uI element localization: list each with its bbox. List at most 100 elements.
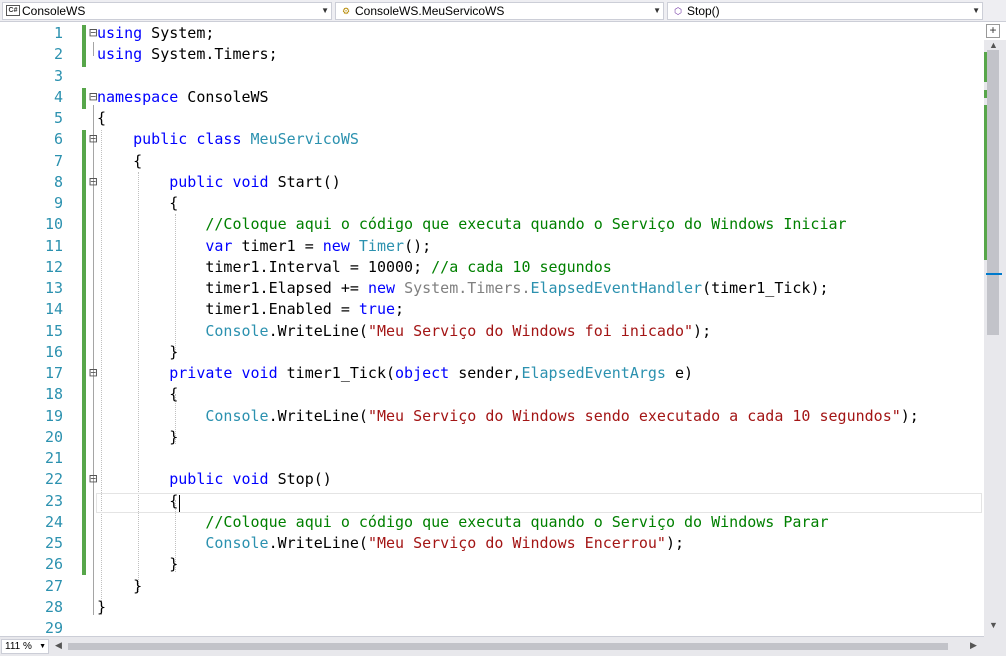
code-line[interactable]: 9 { [0, 193, 984, 214]
code-token: new [322, 236, 350, 255]
code-token: using [97, 45, 143, 64]
code-token: } [97, 576, 143, 595]
code-line[interactable]: 21 [0, 448, 984, 469]
line-number: 28 [44, 597, 63, 616]
change-marker [984, 105, 987, 260]
line-number: 25 [44, 534, 63, 552]
code-line[interactable]: 17 ⊟ private void timer1_Tick(object send… [0, 363, 984, 384]
line-number: 13 [44, 279, 63, 297]
line-number: 12 [44, 257, 63, 276]
code-token: { [97, 385, 179, 404]
code-line[interactable]: 5{ [0, 108, 984, 129]
code-line[interactable]: 29 [0, 618, 984, 636]
line-number: 9 [53, 194, 63, 212]
code-line[interactable]: 2 using System.Timers; [0, 44, 984, 65]
code-token: timer1.Enabled = [97, 300, 359, 319]
code-line[interactable]: 14 timer1.Enabled = true; [0, 299, 984, 320]
code-token: (); [404, 236, 432, 255]
line-number: 20 [44, 427, 63, 446]
horizontal-scrollbar[interactable]: ◀ ▶ [52, 638, 982, 655]
project-dropdown-label: ConsoleWS [22, 4, 86, 18]
scroll-left-icon[interactable]: ◀ [55, 640, 62, 651]
code-line[interactable]: 19 Console.WriteLine("Meu Serviço do Win… [0, 406, 984, 427]
code-text: { [97, 384, 178, 405]
code-line[interactable]: 28} [0, 597, 984, 618]
code-line[interactable]: 10 //Coloque aqui o código que executa q… [0, 214, 984, 235]
code-line[interactable]: 11 var timer1 = new Timer(); [0, 236, 984, 257]
code-token: public [133, 130, 188, 149]
code-token: true [358, 300, 396, 319]
code-token: ElapsedEventArgs [521, 364, 666, 382]
class-dropdown[interactable]: ⚙ ConsoleWS.MeuServicoWS ▼ [335, 2, 664, 20]
chevron-down-icon: ▼ [39, 643, 46, 650]
code-token: using [97, 24, 143, 42]
zoom-dropdown[interactable]: 111 % ▼ [1, 639, 49, 654]
code-line[interactable]: 8 ⊟ public void Start() [0, 172, 984, 193]
scrollbar-thumb[interactable] [987, 50, 999, 335]
chevron-down-icon: ▼ [653, 6, 661, 15]
code-text: using System.Timers; [97, 44, 278, 65]
line-number: 19 [44, 406, 63, 425]
code-text: } [97, 554, 178, 575]
code-token: ElapsedEventHandler [530, 279, 703, 297]
code-line[interactable]: 16 } [0, 342, 984, 363]
code-token: System.Timers. [404, 279, 531, 297]
code-text: private void timer1_Tick(object sender,E… [97, 363, 693, 384]
code-token: } [97, 555, 179, 574]
member-dropdown[interactable]: ⬡ Stop() ▼ [667, 2, 983, 20]
code-token: timer1 = [232, 236, 323, 255]
code-line[interactable]: 1 ⊟ using System; [0, 23, 984, 44]
member-dropdown-label: Stop() [687, 4, 720, 18]
code-line[interactable]: 13 timer1.Elapsed += new System.Timers.E… [0, 278, 984, 299]
code-token: Console [205, 534, 269, 552]
code-line[interactable]: 7 { [0, 151, 984, 172]
code-line[interactable]: 4 ⊟ namespace ConsoleWS [0, 87, 984, 108]
code-token: System; [142, 24, 215, 42]
project-dropdown[interactable]: C# ConsoleWS ▼ [2, 2, 332, 20]
code-line[interactable]: 26 } [0, 554, 984, 575]
scroll-down-icon[interactable]: ▼ [989, 620, 998, 630]
code-token: .WriteLine( [268, 321, 368, 340]
code-text: } [97, 597, 106, 618]
line-number: 29 [44, 619, 63, 636]
line-number: 24 [44, 512, 63, 531]
code-text: namespace ConsoleWS [97, 87, 269, 108]
code-text: Console.WriteLine("Meu Serviço do Window… [97, 406, 918, 427]
code-text: } [97, 427, 178, 448]
scroll-right-icon[interactable]: ▶ [970, 640, 977, 651]
horizontal-scrollbar-thumb[interactable] [68, 643, 948, 650]
split-window-button[interactable]: + [986, 24, 1000, 38]
vertical-scrollbar[interactable]: ▲ ▼ [984, 40, 1006, 636]
caret-position-marker [986, 273, 1002, 275]
line-number: 27 [44, 576, 63, 595]
code-token: "Meu Serviço do Windows sendo executado … [367, 406, 901, 425]
scroll-up-icon[interactable]: ▲ [989, 40, 998, 50]
code-line[interactable]: 20 } [0, 427, 984, 448]
code-line[interactable]: 22 ⊟ public void Stop() [0, 469, 984, 490]
code-line[interactable]: 12 timer1.Interval = 10000; //a cada 10 … [0, 257, 984, 278]
line-number: 11 [44, 236, 63, 255]
code-line[interactable]: 27 } [0, 576, 984, 597]
code-token: Stop() [268, 470, 332, 489]
code-text: //Coloque aqui o código que executa quan… [97, 214, 846, 235]
code-line[interactable]: 18 { [0, 384, 984, 405]
code-line[interactable]: 24 //Coloque aqui o código que executa q… [0, 512, 984, 533]
csharp-project-icon: C# [6, 5, 20, 16]
code-line[interactable]: 15 Console.WriteLine("Meu Serviço do Win… [0, 321, 984, 342]
code-token: e) [665, 364, 694, 382]
code-line[interactable]: 6 ⊟ public class MeuServicoWS [0, 129, 984, 150]
code-token: timer1_Tick( [277, 364, 396, 382]
code-text: Console.WriteLine("Meu Serviço do Window… [97, 533, 684, 554]
line-number: 18 [44, 385, 63, 404]
code-editor[interactable]: 1 ⊟ using System; 2 using System.Timers; 3 4 ⊟ n… [0, 22, 984, 636]
change-marker [984, 52, 987, 82]
line-number: 8 [53, 172, 63, 191]
code-line[interactable]: 25 Console.WriteLine("Meu Serviço do Win… [0, 533, 984, 554]
line-number: 16 [44, 342, 63, 361]
code-line[interactable]: 3 [0, 66, 984, 87]
code-text: timer1.Elapsed += new System.Timers.Elap… [97, 278, 828, 299]
code-token: } [97, 427, 179, 446]
